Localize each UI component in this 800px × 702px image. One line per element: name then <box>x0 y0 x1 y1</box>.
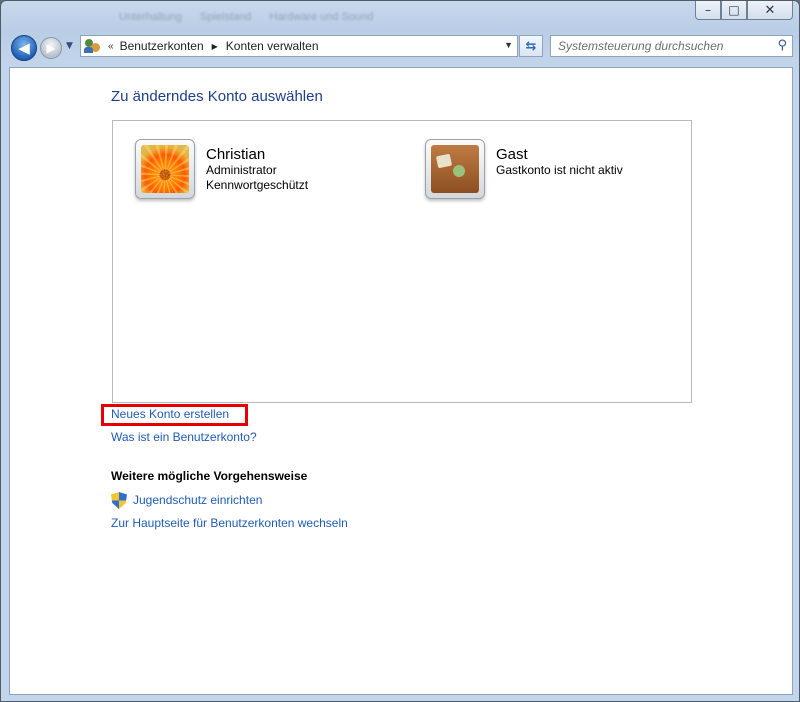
content-pane: Zu änderndes Konto auswählen Christian A… <box>9 67 793 695</box>
background-title: Hardware und Sound <box>269 11 374 23</box>
account-name: Gast <box>496 146 528 163</box>
breadcrumb-konten-verwalten[interactable]: Konten verwalten <box>226 39 319 53</box>
parental-controls-link[interactable]: Jugendschutz einrichten <box>133 493 262 507</box>
background-title: Spielstand <box>200 11 252 23</box>
account-picture-frame <box>425 139 485 199</box>
user-accounts-icon <box>84 38 102 54</box>
account-type: Administrator <box>206 163 277 177</box>
create-account-link[interactable]: Neues Konto erstellen <box>111 407 229 421</box>
account-status: Gastkonto ist nicht aktiv <box>496 163 623 177</box>
search-icon[interactable]: ⚲ <box>777 38 787 53</box>
account-password-status: Kennwortgeschützt <box>206 178 309 192</box>
breadcrumb-chevron-icon[interactable]: ▶ <box>212 42 218 51</box>
minimize-button[interactable]: – <box>695 1 721 20</box>
search-box[interactable]: ⚲ <box>550 35 793 57</box>
uac-shield-icon <box>111 492 127 509</box>
user-accounts-main-page-link[interactable]: Zur Hauptseite für Benutzerkonten wechse… <box>111 516 348 530</box>
forward-button[interactable]: ▶ <box>40 37 62 59</box>
explorer-window: Unterhaltung Spielstand Hardware und Sou… <box>0 0 800 702</box>
maximize-button[interactable]: □ <box>721 1 747 20</box>
recent-pages-dropdown[interactable]: ▼ <box>66 41 73 51</box>
breadcrumb-benutzerkonten[interactable]: Benutzerkonten <box>120 39 204 53</box>
background-window-titles: Unterhaltung Spielstand Hardware und Sou… <box>119 11 373 27</box>
breadcrumb-overflow[interactable]: « <box>108 41 114 52</box>
close-button[interactable]: ✕ <box>747 1 793 20</box>
account-christian[interactable]: Christian Administrator Kennwortgeschütz… <box>135 139 308 199</box>
refresh-button[interactable]: ⇆ <box>519 35 543 57</box>
address-dropdown-icon[interactable]: ▼ <box>504 40 513 50</box>
back-button[interactable]: ◀ <box>11 35 37 61</box>
navigation-bar: ◀ ▶ ▼ « Benutzerkonten ▶ Konten verwalte… <box>9 32 793 62</box>
accounts-list: Christian Administrator Kennwortgeschütz… <box>112 120 692 403</box>
account-gast[interactable]: Gast Gastkonto ist nicht aktiv <box>425 139 623 199</box>
flower-picture-icon <box>141 145 189 193</box>
page-title: Zu änderndes Konto auswählen <box>111 88 323 105</box>
other-tasks-heading: Weitere mögliche Vorgehensweise <box>111 469 308 483</box>
account-picture-frame <box>135 139 195 199</box>
background-title: Unterhaltung <box>119 11 182 23</box>
search-input[interactable] <box>558 39 772 53</box>
what-is-account-link[interactable]: Was ist ein Benutzerkonto? <box>111 430 257 444</box>
suitcase-picture-icon <box>431 145 479 193</box>
caption-buttons: – □ ✕ <box>695 1 793 20</box>
address-bar[interactable]: « Benutzerkonten ▶ Konten verwalten ▼ <box>80 35 518 57</box>
account-name: Christian <box>206 146 266 163</box>
